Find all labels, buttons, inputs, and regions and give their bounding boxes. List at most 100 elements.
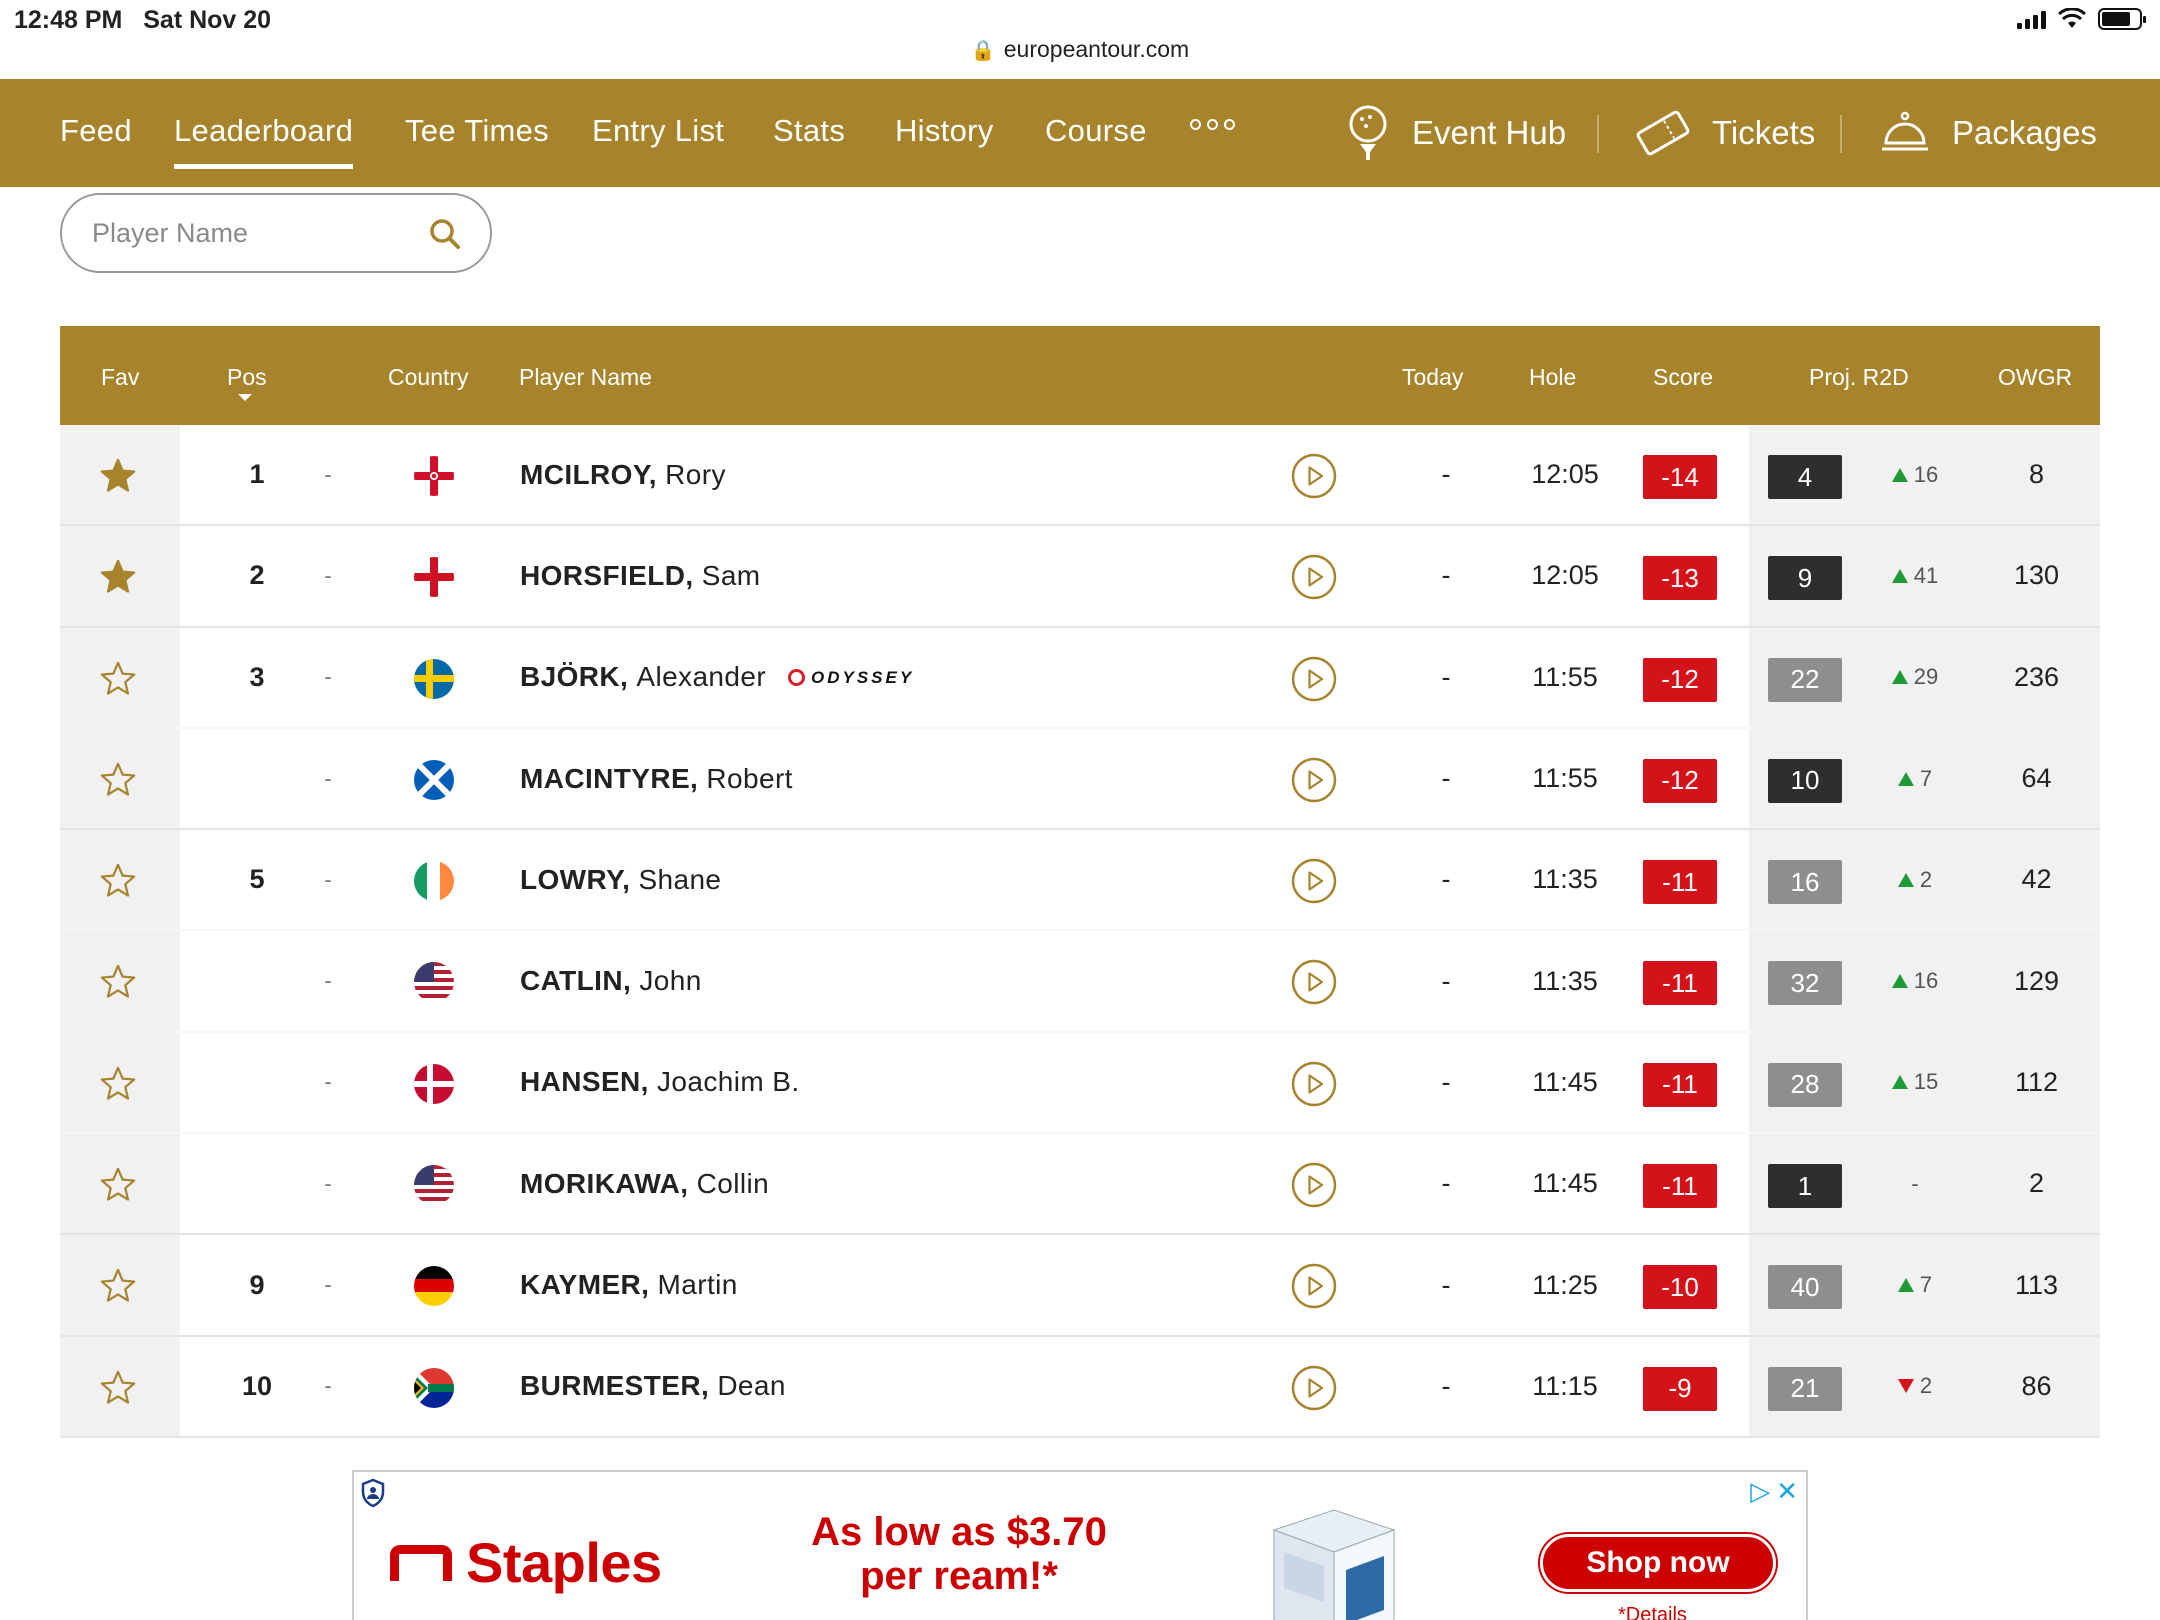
tab-tee-times[interactable]: Tee Times xyxy=(405,113,549,149)
leaderboard-row[interactable]: 9 - KAYMER, Martin - 11:25 -10 40 7 113 xyxy=(60,1235,2100,1337)
tab-leaderboard[interactable]: Leaderboard xyxy=(174,113,354,169)
owgr-rank: 8 xyxy=(2028,459,2045,490)
ad-choices[interactable]: ▷ ✕ xyxy=(1750,1476,1798,1507)
total-score-badge: -9 xyxy=(1643,1366,1717,1411)
leaderboard-row[interactable]: 1 - MCILROY, Rory - 12:05 -14 4 16 8 xyxy=(60,425,2100,527)
search-icon[interactable] xyxy=(428,217,462,251)
tickets-link[interactable]: Tickets xyxy=(1636,103,1815,163)
cellular-signal-icon xyxy=(2017,9,2046,29)
player-name[interactable]: MACINTYRE, Robert xyxy=(520,729,793,828)
player-first-name: Shane xyxy=(638,863,722,895)
more-tabs-button[interactable] xyxy=(1190,119,1235,130)
favorite-star-icon[interactable] xyxy=(99,963,137,1001)
position: 2 xyxy=(249,560,265,591)
today-score: - xyxy=(1441,965,1451,996)
staples-ad-banner[interactable]: ▷ ✕ Staples As low as $3.70 per ream!* Sh… xyxy=(352,1470,1808,1620)
movement-delta: 16 xyxy=(1913,461,1939,487)
tab-feed[interactable]: Feed xyxy=(60,113,132,149)
hole-tee-time: 11:55 xyxy=(1532,661,1598,692)
movement-arrow-icon xyxy=(1897,771,1914,786)
projected-movement: 29 xyxy=(1875,628,1955,727)
today-score: - xyxy=(1441,1168,1451,1199)
play-video-icon[interactable] xyxy=(1290,958,1338,1006)
ad-details-link[interactable]: *Details xyxy=(1618,1604,1687,1620)
play-video-icon[interactable] xyxy=(1290,655,1338,703)
player-name[interactable]: LOWRY, Shane xyxy=(520,830,721,929)
favorite-star-icon[interactable] xyxy=(99,660,137,698)
player-name[interactable]: MCILROY, Rory xyxy=(520,425,726,524)
url-bar[interactable]: 🔒 europeantour.com xyxy=(0,36,2160,63)
event-hub-link[interactable]: Event Hub xyxy=(1346,103,1566,163)
player-name[interactable]: CATLIN, John xyxy=(520,931,702,1030)
tab-course[interactable]: Course xyxy=(1045,113,1147,149)
ticket-icon xyxy=(1636,110,1690,156)
play-video-icon[interactable] xyxy=(1290,1161,1338,1209)
ad-privacy-shield-icon[interactable] xyxy=(360,1478,386,1508)
favorite-star-icon[interactable] xyxy=(99,1065,137,1103)
favorite-star-icon[interactable] xyxy=(99,457,137,495)
header-pos[interactable]: Pos xyxy=(227,364,267,391)
leaderboard-row[interactable]: - MORIKAWA, Collin - 11:45 -11 1 - 2 xyxy=(60,1134,2100,1236)
today-score: - xyxy=(1441,864,1451,895)
favorite-star-icon[interactable] xyxy=(99,1166,137,1204)
player-name[interactable]: HORSFIELD, Sam xyxy=(520,526,761,625)
today-score: - xyxy=(1441,1269,1451,1300)
player-name[interactable]: MORIKAWA, Collin xyxy=(520,1134,769,1233)
leaderboard-rows: 1 - MCILROY, Rory - 12:05 -14 4 16 8 2 -… xyxy=(60,425,2100,1438)
position xyxy=(230,931,284,1030)
tab-stats[interactable]: Stats xyxy=(773,113,845,149)
movement-arrow-icon xyxy=(1891,1075,1908,1090)
play-video-icon[interactable] xyxy=(1290,857,1338,905)
play-video-icon[interactable] xyxy=(1290,1364,1338,1412)
projected-movement: 7 xyxy=(1875,729,1955,828)
leaderboard-row[interactable]: - CATLIN, John - 11:35 -11 32 16 129 xyxy=(60,931,2100,1033)
sponsor-ring-icon xyxy=(788,669,805,687)
wifi-icon xyxy=(2058,8,2086,28)
leaderboard-row[interactable]: - HANSEN, Joachim B. - 11:45 -11 28 15 1… xyxy=(60,1032,2100,1135)
play-video-icon[interactable] xyxy=(1290,452,1338,500)
position-movement: - xyxy=(324,1069,332,1095)
leaderboard-row[interactable]: 2 - HORSFIELD, Sam - 12:05 -13 9 41 130 xyxy=(60,526,2100,628)
header-hole: Hole xyxy=(1529,364,1577,390)
play-video-icon[interactable] xyxy=(1290,1262,1338,1310)
favorite-star-icon[interactable] xyxy=(99,862,137,900)
packages-link[interactable]: Packages xyxy=(1880,103,2097,163)
play-video-icon[interactable] xyxy=(1290,1060,1338,1108)
adchoices-icon[interactable]: ▷ xyxy=(1750,1476,1770,1507)
player-search-input[interactable] xyxy=(92,217,422,249)
hole-tee-time: 12:05 xyxy=(1531,560,1599,591)
position: 9 xyxy=(249,1269,265,1300)
sponsor-logo: ODYSSEY xyxy=(788,668,914,688)
owgr-rank: 236 xyxy=(2013,661,2060,692)
player-last-name: CATLIN, xyxy=(520,965,632,997)
tab-entry-list[interactable]: Entry List xyxy=(592,113,724,149)
projected-r2d-badge: 16 xyxy=(1768,860,1842,905)
play-video-icon[interactable] xyxy=(1290,756,1338,804)
leaderboard-row[interactable]: - MACINTYRE, Robert - 11:55 -12 10 7 64 xyxy=(60,728,2100,831)
movement-delta: 41 xyxy=(1913,562,1939,588)
player-name[interactable]: HANSEN, Joachim B. xyxy=(520,1033,800,1132)
player-name[interactable]: BJÖRK, Alexander xyxy=(520,628,766,727)
tab-history[interactable]: History xyxy=(895,113,994,149)
leaderboard-row[interactable]: 5 - LOWRY, Shane - 11:35 -11 16 2 42 xyxy=(60,830,2100,932)
shop-now-button[interactable]: Shop now xyxy=(1540,1534,1776,1592)
favorite-star-icon[interactable] xyxy=(99,1369,137,1407)
player-name[interactable]: BURMESTER, Dean xyxy=(520,1337,786,1436)
player-last-name: BJÖRK, xyxy=(520,661,629,693)
favorite-star-icon[interactable] xyxy=(99,761,137,799)
player-first-name: Joachim B. xyxy=(657,1066,800,1098)
projected-movement: 41 xyxy=(1875,526,1955,625)
favorite-star-icon[interactable] xyxy=(99,1267,137,1305)
projected-r2d-badge: 4 xyxy=(1768,455,1842,499)
movement-delta: 15 xyxy=(1913,1069,1939,1095)
movement-delta: 2 xyxy=(1919,866,1933,892)
favorite-star-icon[interactable] xyxy=(99,558,137,596)
player-name[interactable]: KAYMER, Martin xyxy=(520,1235,738,1334)
event-hub-label: Event Hub xyxy=(1412,114,1567,151)
close-ad-icon[interactable]: ✕ xyxy=(1776,1476,1798,1507)
leaderboard-row[interactable]: 10 - BURMESTER, Dean - 11:15 -9 21 2 86 xyxy=(60,1336,2100,1438)
movement-arrow-icon xyxy=(1897,872,1914,887)
leaderboard-row[interactable]: 3 - BJÖRK, Alexander - 11:55 -12 22 29 2… xyxy=(60,627,2100,729)
player-search[interactable] xyxy=(60,193,492,273)
play-video-icon[interactable] xyxy=(1290,553,1338,601)
